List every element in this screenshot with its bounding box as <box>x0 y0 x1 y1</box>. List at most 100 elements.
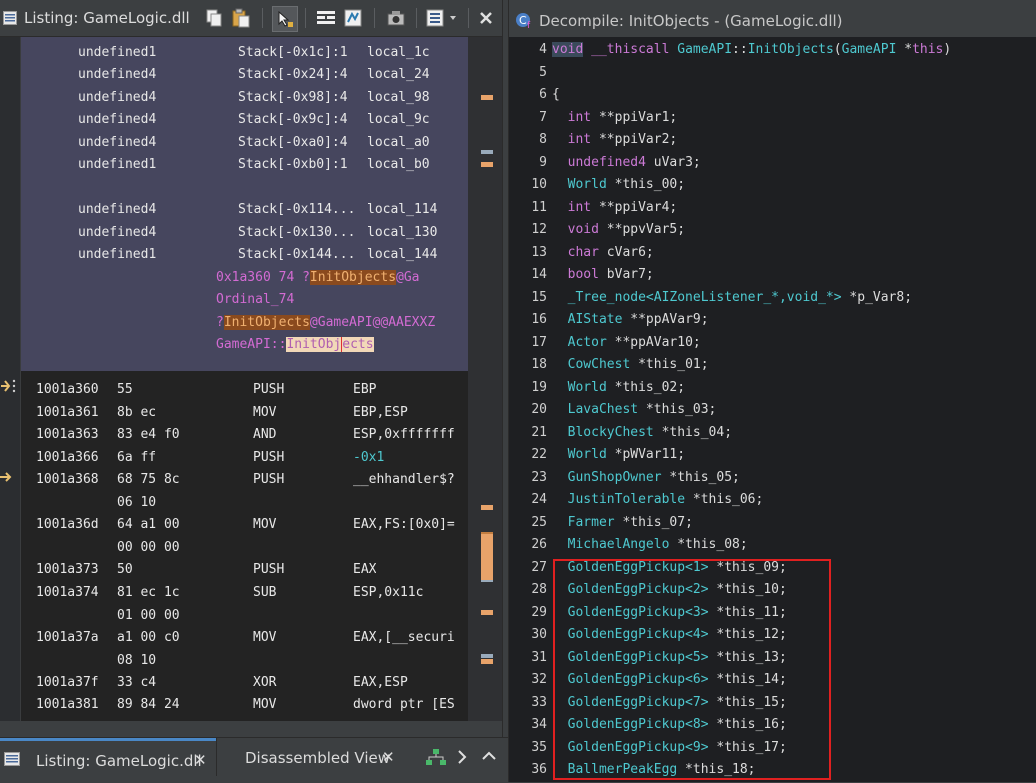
code-line[interactable]: World *this_02; <box>552 380 685 395</box>
instruction-address[interactable]: 1001a363 <box>36 427 99 442</box>
graph-icon[interactable] <box>341 6 365 30</box>
ordinal-label[interactable]: Ordinal_74 <box>216 292 294 307</box>
instruction-bytes[interactable]: 08 10 <box>117 653 156 668</box>
instruction-bytes[interactable]: 01 00 00 <box>117 608 180 623</box>
variable-name[interactable]: local_24 <box>367 67 430 82</box>
function-signature[interactable]: void __thiscall GameAPI::InitObjects(Gam… <box>552 42 951 57</box>
code-line[interactable]: int **ppiVar2; <box>552 132 678 147</box>
variable-stack-offset[interactable]: Stack[-0xb0]:1 <box>238 157 348 172</box>
instruction-operands[interactable]: ESP,0xfffffff <box>353 427 455 442</box>
instruction-operands[interactable]: EAX,[__securi <box>353 630 455 645</box>
variable-stack-offset[interactable]: Stack[-0x24]:4 <box>238 67 348 82</box>
instruction-operands[interactable]: EBP <box>353 382 376 397</box>
code-line[interactable]: JustinTolerable *this_06; <box>552 492 764 507</box>
overview-marker[interactable] <box>481 654 493 658</box>
listing-scrollbar[interactable] <box>491 37 502 721</box>
instruction-bytes[interactable]: 6a ff <box>117 450 156 465</box>
instruction-mnemonic[interactable]: PUSH <box>253 472 284 487</box>
tree-icon[interactable] <box>425 748 447 766</box>
overview-marker[interactable] <box>481 659 493 664</box>
variable-type[interactable]: undefined4 <box>78 67 156 82</box>
code-line[interactable]: undefined4 uVar3; <box>552 155 701 170</box>
instruction-address[interactable]: 1001a368 <box>36 472 99 487</box>
instruction-operands[interactable]: ESP,0x11c <box>353 585 423 600</box>
instruction-bytes[interactable]: 06 10 <box>117 495 156 510</box>
instruction-operands[interactable]: -0x1 <box>353 450 384 465</box>
export-label[interactable]: 0x1a360 74 ?InitObjects@Ga <box>216 270 420 285</box>
variable-stack-offset[interactable]: Stack[-0x130... <box>238 225 355 240</box>
instruction-bytes[interactable]: 50 <box>117 562 133 577</box>
close-icon[interactable]: ✕ <box>382 748 395 766</box>
instruction-operands[interactable]: EBP,ESP <box>353 405 408 420</box>
chevron-up-icon[interactable] <box>481 750 497 762</box>
variable-type[interactable]: undefined1 <box>78 247 156 262</box>
instruction-bytes[interactable]: 33 c4 <box>117 675 156 690</box>
variable-name[interactable]: local_9c <box>367 112 430 127</box>
variable-type[interactable]: undefined1 <box>78 45 156 60</box>
instruction-mnemonic[interactable]: PUSH <box>253 562 284 577</box>
instruction-address[interactable]: 1001a374 <box>36 585 99 600</box>
chevron-right-icon[interactable] <box>456 749 468 765</box>
instruction-operands[interactable]: __ehhandler$? <box>353 472 455 487</box>
instruction-mnemonic[interactable]: SUB <box>253 585 276 600</box>
variable-type[interactable]: undefined4 <box>78 90 156 105</box>
instruction-mnemonic[interactable]: PUSH <box>253 450 284 465</box>
overview-marker[interactable] <box>481 162 493 167</box>
overview-marker[interactable] <box>481 150 493 154</box>
variable-type[interactable]: undefined4 <box>78 225 156 240</box>
instruction-mnemonic[interactable]: AND <box>253 427 276 442</box>
instruction-bytes[interactable]: 81 ec 1c <box>117 585 180 600</box>
instruction-bytes[interactable]: 83 e4 f0 <box>117 427 180 442</box>
instruction-bytes[interactable]: a1 00 c0 <box>117 630 180 645</box>
variable-stack-offset[interactable]: Stack[-0x9c]:4 <box>238 112 348 127</box>
variable-stack-offset[interactable]: Stack[-0x144... <box>238 247 355 262</box>
variable-type[interactable]: undefined4 <box>78 135 156 150</box>
code-line[interactable]: char cVar6; <box>552 245 654 260</box>
overview-marker[interactable] <box>481 505 493 510</box>
instruction-address[interactable]: 1001a381 <box>36 697 99 712</box>
instruction-address[interactable]: 1001a37f <box>36 675 99 690</box>
mangled-name-label[interactable]: ?InitObjects@GameAPI@@AAEXXZ <box>216 315 435 330</box>
instruction-operands[interactable]: EAX,FS:[0x0]= <box>353 517 455 532</box>
overview-marker[interactable] <box>481 610 493 615</box>
variable-type[interactable]: undefined1 <box>78 157 156 172</box>
tab-disassembled-view[interactable]: Disassembled View <box>245 749 390 767</box>
code-line[interactable]: _Tree_node<AIZoneListener_*,void_*> *p_V… <box>552 290 912 305</box>
variable-name[interactable]: local_b0 <box>367 157 430 172</box>
code-line[interactable]: Actor **ppAVar10; <box>552 335 701 350</box>
variable-name[interactable]: local_130 <box>367 225 437 240</box>
instruction-bytes[interactable]: 8b ec <box>117 405 156 420</box>
instruction-mnemonic[interactable]: MOV <box>253 405 276 420</box>
code-line[interactable]: World *pWVar11; <box>552 447 685 462</box>
code-line[interactable]: CowChest *this_01; <box>552 357 709 372</box>
instruction-mnemonic[interactable]: XOR <box>253 675 276 690</box>
variable-name[interactable]: local_1c <box>367 45 430 60</box>
cursor-select-icon[interactable] <box>272 6 298 32</box>
instruction-bytes[interactable]: 68 75 8c <box>117 472 180 487</box>
options-dropdown-icon[interactable] <box>425 6 459 30</box>
instruction-mnemonic[interactable]: PUSH <box>253 382 284 397</box>
variable-stack-offset[interactable]: Stack[-0xa0]:4 <box>238 135 348 150</box>
copy-icon[interactable] <box>202 6 226 30</box>
function-name-label[interactable]: GameAPI::InitObjects <box>216 337 374 352</box>
instruction-operands[interactable]: EAX <box>353 562 376 577</box>
instruction-address[interactable]: 1001a37a <box>36 630 99 645</box>
code-line[interactable]: MichaelAngelo *this_08; <box>552 537 748 552</box>
instruction-address[interactable]: 1001a360 <box>36 382 99 397</box>
variable-name[interactable]: local_a0 <box>367 135 430 150</box>
instruction-operands[interactable]: EAX,ESP <box>353 675 408 690</box>
instruction-bytes[interactable]: 00 00 00 <box>117 540 180 555</box>
instruction-bytes[interactable]: 64 a1 00 <box>117 517 180 532</box>
listing-left-gutter[interactable] <box>0 37 21 721</box>
code-line[interactable]: { <box>552 87 560 102</box>
close-icon[interactable] <box>474 6 498 30</box>
instruction-bytes[interactable]: 89 84 24 <box>117 697 180 712</box>
instruction-address[interactable]: 1001a361 <box>36 405 99 420</box>
tab-listing[interactable]: Listing: GameLogic.dll ✕ <box>0 738 216 779</box>
code-line[interactable]: LavaChest *this_03; <box>552 402 717 417</box>
paste-icon[interactable] <box>229 6 253 30</box>
instruction-mnemonic[interactable]: MOV <box>253 517 276 532</box>
instruction-mnemonic[interactable]: MOV <box>253 630 276 645</box>
variable-stack-offset[interactable]: Stack[-0x1c]:1 <box>238 45 348 60</box>
code-line[interactable]: AIState **ppAVar9; <box>552 312 709 327</box>
